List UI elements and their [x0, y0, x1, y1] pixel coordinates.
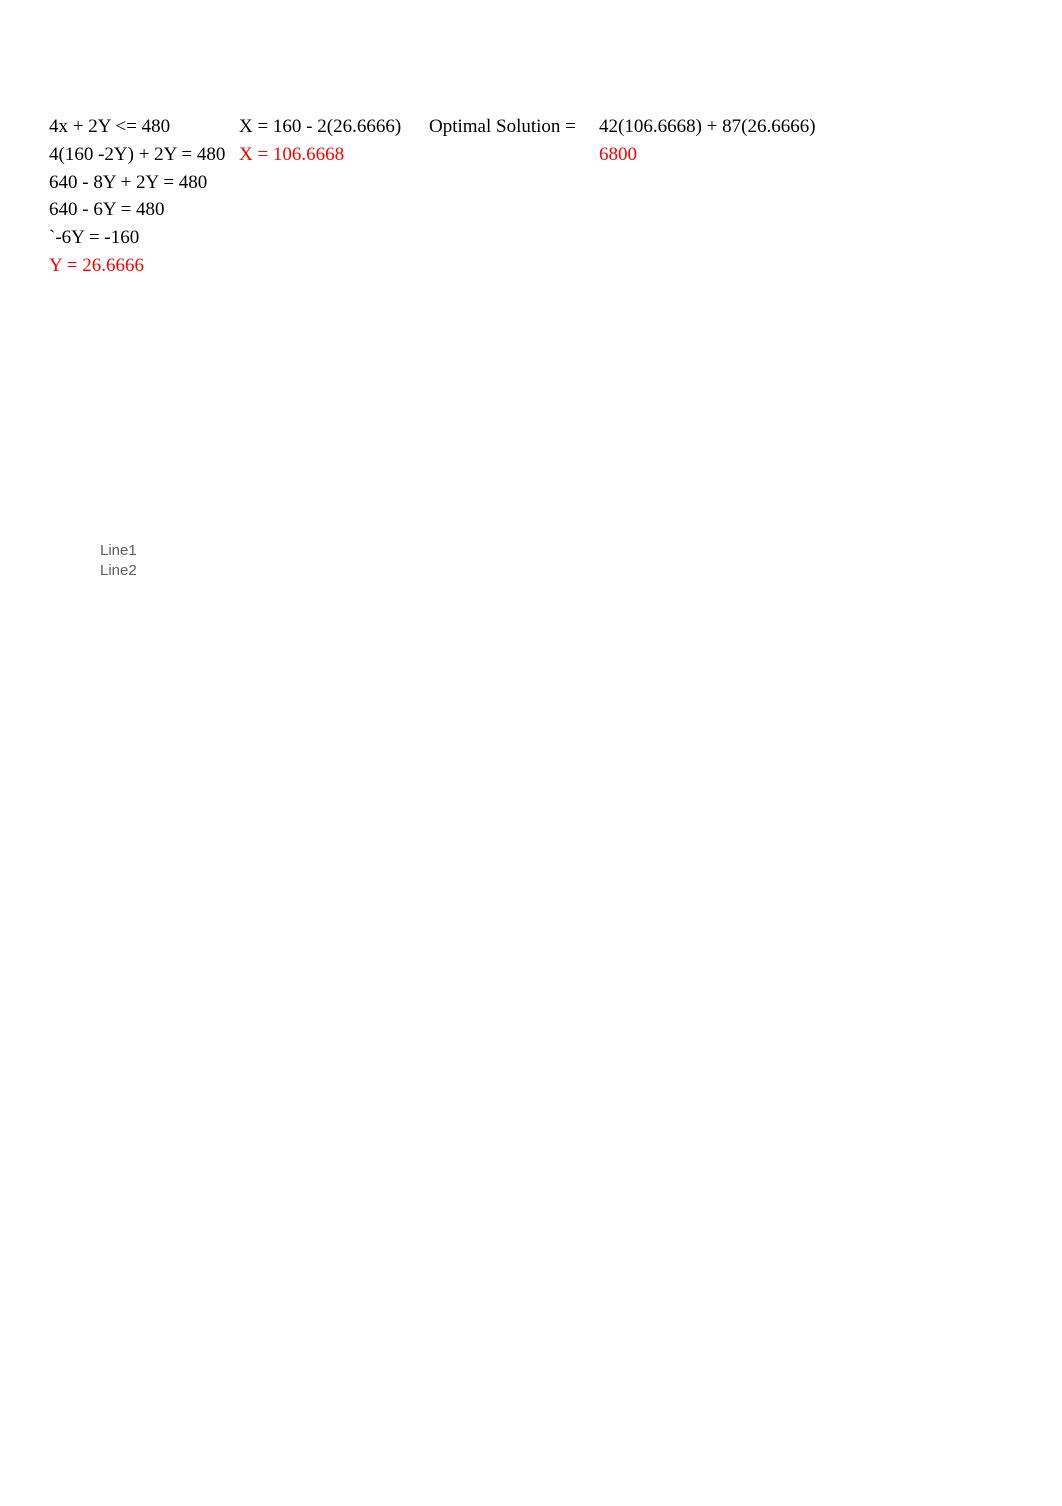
col1-line6: Y = 26.6666: [49, 254, 239, 278]
col2-line2: X = 106.6668: [239, 143, 429, 167]
equation-block: 4x + 2Y <= 480 X = 160 - 2(26.6666) Opti…: [49, 115, 879, 282]
legend-item-line1: Line1: [100, 541, 137, 561]
equation-row: `-6Y = -160: [49, 226, 879, 250]
col1-line3: 640 - 8Y + 2Y = 480: [49, 171, 239, 195]
equation-row: Y = 26.6666: [49, 254, 879, 278]
chart-legend: Line1 Line2: [100, 541, 137, 580]
col1-line5: `-6Y = -160: [49, 226, 239, 250]
col4-line2: 6800: [599, 143, 879, 167]
col4-line1: 42(106.6668) + 87(26.6666): [599, 115, 879, 139]
legend-item-line2: Line2: [100, 561, 137, 581]
equation-row: 640 - 6Y = 480: [49, 198, 879, 222]
col1-line1: 4x + 2Y <= 480: [49, 115, 239, 139]
equation-row: 4x + 2Y <= 480 X = 160 - 2(26.6666) Opti…: [49, 115, 879, 139]
col3-line1: Optimal Solution =: [429, 115, 599, 139]
col2-line1: X = 160 - 2(26.6666): [239, 115, 429, 139]
col1-line2: 4(160 -2Y) + 2Y = 480: [49, 143, 239, 167]
col1-line4: 640 - 6Y = 480: [49, 198, 239, 222]
equation-row: 640 - 8Y + 2Y = 480: [49, 171, 879, 195]
equation-row: 4(160 -2Y) + 2Y = 480 X = 106.6668 6800: [49, 143, 879, 167]
col3-line2: [429, 143, 599, 167]
